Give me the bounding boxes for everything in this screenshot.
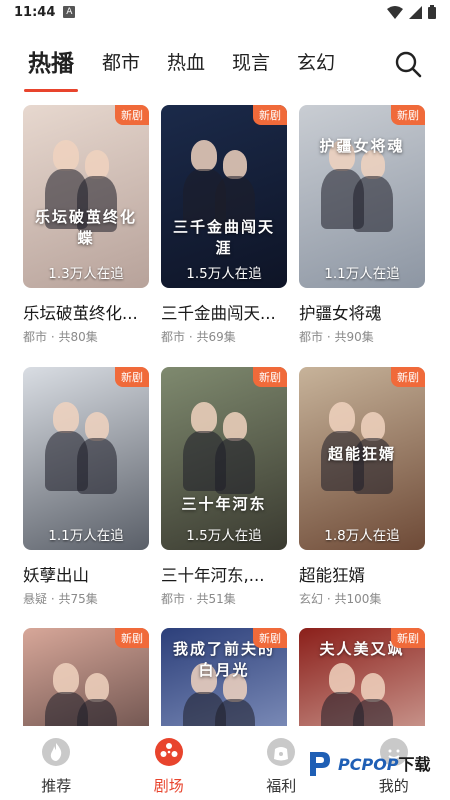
poster-title-art: 超能狂婿 <box>327 445 396 463</box>
view-count: 1.1万人在追 <box>48 528 124 544</box>
drama-card[interactable]: 三千金曲闯天涯 新剧 1.5万人在追三千金曲闯天... 都市 · 共69集 <box>161 105 287 345</box>
poster-figure <box>85 412 110 441</box>
poster-figure <box>191 402 218 434</box>
gift-bag-icon <box>267 738 296 766</box>
new-drama-badge: 新剧 <box>115 628 149 648</box>
drama-meta: 悬疑 · 共75集 <box>23 592 98 606</box>
poster-figure <box>361 673 386 702</box>
tab-action[interactable]: 热血 <box>167 48 205 75</box>
drama-title[interactable]: 乐坛破茧终化... <box>23 300 149 324</box>
watermark-text: PCPOP下载 <box>338 751 431 775</box>
film-reel-icon <box>154 738 183 766</box>
drama-poster[interactable]: 三十年河东 新剧 1.5万人在追 <box>161 367 287 550</box>
poster-figure <box>223 412 248 441</box>
status-time: 11:44 <box>14 4 56 20</box>
pcpop-watermark: PCPOP下载 <box>304 748 431 778</box>
flame-icon <box>42 738 71 766</box>
poster-figure <box>53 663 80 695</box>
nav-recommend[interactable]: 推荐 <box>0 726 113 800</box>
tab-romance[interactable]: 现言 <box>232 48 270 75</box>
drama-poster[interactable]: 超能狂婿 新剧 1.8万人在追 <box>299 367 425 550</box>
view-count: 1.3万人在追 <box>48 266 124 282</box>
poster-figure <box>361 412 386 441</box>
drama-card[interactable]: 护疆女将魂 新剧 1.1万人在追 护疆女将魂 都市 · 共90集 <box>299 105 425 345</box>
drama-meta: 都市 · 共80集 <box>23 330 98 344</box>
poster-title-art: 三十年河东 <box>181 495 267 513</box>
poster-title-art: 三千金曲闯天涯 <box>172 218 275 257</box>
drama-poster[interactable]: 新剧 1.1万人在追 <box>23 367 149 550</box>
watermark-brand: PCPOP <box>338 755 399 774</box>
nav-recommend-label: 推荐 <box>41 777 72 795</box>
nav-welfare-label: 福利 <box>266 777 297 795</box>
tab-fantasy[interactable]: 玄幻 <box>297 48 335 75</box>
category-tabs: 热播 都市 热血 现言 玄幻 <box>0 38 450 94</box>
status-icons <box>387 5 436 19</box>
status-bar: 11:44 A <box>0 0 450 24</box>
search-icon[interactable] <box>394 50 422 78</box>
new-drama-badge: 新剧 <box>391 628 425 648</box>
drama-card[interactable]: 新剧 1.1万人在追妖孽出山悬疑 · 共75集 <box>23 367 149 607</box>
poster-figure <box>85 150 110 179</box>
poster-title-art: 护疆女将魂 <box>319 137 405 155</box>
drama-poster[interactable]: 三千金曲闯天涯 新剧 1.5万人在追 <box>161 105 287 288</box>
drama-meta: 都市 · 共51集 <box>161 592 236 606</box>
tab-urban[interactable]: 都市 <box>102 48 140 75</box>
poster-figure-body <box>215 438 255 495</box>
view-count: 1.8万人在追 <box>324 528 400 544</box>
nav-theater-label: 剧场 <box>153 777 184 795</box>
new-drama-badge: 新剧 <box>253 628 287 648</box>
tab-hot[interactable]: 热播 <box>24 44 78 92</box>
new-drama-badge: 新剧 <box>115 367 149 387</box>
watermark-suffix: 下载 <box>398 755 431 774</box>
poster-figure <box>223 150 248 179</box>
drama-title[interactable]: 三千金曲闯天... <box>161 300 287 324</box>
drama-card[interactable]: 三十年河东 新剧 1.5万人在追三十年河东,... 都市 · 共51集 <box>161 367 287 607</box>
poster-figure-body <box>77 438 117 495</box>
drama-title[interactable]: 三十年河东,... <box>161 562 287 586</box>
nav-theater[interactable]: 剧场 <box>113 726 226 800</box>
drama-poster[interactable]: 乐坛破茧终化蝶 新剧 1.3万人在追 <box>23 105 149 288</box>
poster-title-art: 乐坛破茧终化蝶 <box>34 208 137 247</box>
view-count: 1.5万人在追 <box>186 528 262 544</box>
poster-figure <box>329 402 356 434</box>
drama-card[interactable]: 乐坛破茧终化蝶 新剧 1.3万人在追乐坛破茧终化... 都市 · 共80集 <box>23 105 149 345</box>
new-drama-badge: 新剧 <box>253 105 287 125</box>
drama-title[interactable]: 妖孽出山 <box>23 562 149 586</box>
drama-title[interactable]: 护疆女将魂 <box>299 300 425 324</box>
poster-figure-body <box>353 176 393 233</box>
poster-figure <box>85 673 110 702</box>
notification-icon: A <box>63 6 76 18</box>
battery-icon <box>428 5 436 19</box>
wifi-icon <box>387 5 403 19</box>
drama-meta: 都市 · 共69集 <box>161 330 236 344</box>
signal-icon <box>409 5 422 19</box>
drama-meta: 都市 · 共90集 <box>299 330 374 344</box>
drama-poster[interactable]: 护疆女将魂 新剧 1.1万人在追 <box>299 105 425 288</box>
poster-figure <box>329 663 356 695</box>
poster-figure <box>53 140 80 172</box>
new-drama-badge: 新剧 <box>391 367 425 387</box>
pcpop-logo-icon <box>310 752 330 776</box>
drama-title[interactable]: 超能狂婿 <box>299 562 425 586</box>
new-drama-badge: 新剧 <box>253 367 287 387</box>
poster-figure <box>53 402 80 434</box>
nav-mine-label: 我的 <box>378 777 409 795</box>
new-drama-badge: 新剧 <box>115 105 149 125</box>
poster-figure <box>191 140 218 172</box>
view-count: 1.5万人在追 <box>186 266 262 282</box>
new-drama-badge: 新剧 <box>391 105 425 125</box>
view-count: 1.1万人在追 <box>324 266 400 282</box>
drama-meta: 玄幻 · 共100集 <box>299 592 382 606</box>
drama-card[interactable]: 超能狂婿 新剧 1.8万人在追 超能狂婿 玄幻 · 共100集 <box>299 367 425 607</box>
